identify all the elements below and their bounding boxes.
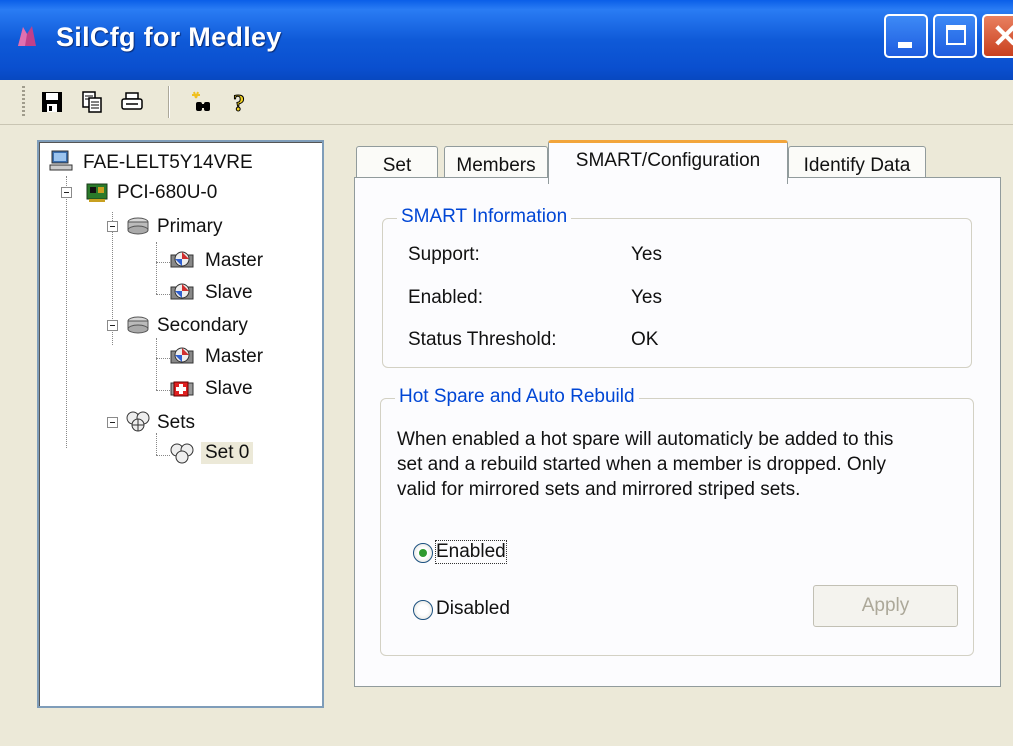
tree-connector <box>156 262 170 263</box>
tree-item-primary-master[interactable]: Master <box>205 250 263 272</box>
minimize-icon <box>898 42 912 48</box>
collapse-toggle-icon[interactable] <box>107 221 118 232</box>
tab-smart-configuration[interactable]: SMART/Configuration <box>548 140 788 184</box>
copy-icon[interactable] <box>80 90 104 114</box>
enabled-radio-label[interactable]: Enabled <box>435 540 507 564</box>
tree-item-primary[interactable]: Primary <box>157 216 222 238</box>
sets-icon <box>126 411 150 432</box>
tree-item-secondary[interactable]: Secondary <box>157 315 248 337</box>
collapse-toggle-icon[interactable] <box>107 320 118 331</box>
collapse-toggle-icon[interactable] <box>107 417 118 428</box>
minimize-button[interactable] <box>884 14 928 58</box>
maximize-button[interactable] <box>933 14 977 58</box>
description-line: When enabled a hot spare will automaticl… <box>397 429 894 450</box>
tree-item-controller[interactable]: PCI-680U-0 <box>117 182 217 204</box>
tree-item-sets[interactable]: Sets <box>157 412 195 434</box>
drive-icon <box>170 283 194 300</box>
tree-connector <box>156 358 170 359</box>
set-icon <box>170 443 194 464</box>
apply-button[interactable]: Apply <box>813 585 958 627</box>
enabled-label: Enabled: <box>408 287 484 308</box>
drive-icon <box>170 347 194 364</box>
tree-connector <box>156 338 157 390</box>
toolbar: ? <box>0 80 1013 125</box>
print-icon[interactable] <box>120 90 144 114</box>
support-label: Support: <box>408 244 480 265</box>
app-window: SilCfg for Medley ✕ ? FAE-LELT5Y14VRE PC… <box>0 0 1013 746</box>
window-title: SilCfg for Medley <box>56 22 282 52</box>
find-icon[interactable] <box>190 90 214 114</box>
disabled-radio[interactable] <box>413 600 433 620</box>
channel-icon <box>127 217 149 235</box>
help-icon[interactable]: ? <box>228 90 252 115</box>
tree-item-set0[interactable]: Set 0 <box>201 442 254 464</box>
device-tree[interactable]: FAE-LELT5Y14VRE PCI-680U-0 Primary Maste… <box>37 140 324 708</box>
tree-connector <box>156 294 170 295</box>
tab-panel: SMART Information Support: Yes Enabled: … <box>354 177 1001 687</box>
drive-icon <box>170 251 194 268</box>
threshold-label: Status Threshold: <box>408 329 557 350</box>
tree-item-secondary-master[interactable]: Master <box>205 346 263 368</box>
tree-connector <box>156 390 170 391</box>
tree-connector <box>156 455 170 456</box>
close-button[interactable]: ✕ <box>982 14 1013 58</box>
drive-error-icon <box>170 381 194 397</box>
tree-item-computer[interactable]: FAE-LELT5Y14VRE <box>83 152 253 174</box>
smart-info-title: SMART Information <box>397 206 572 228</box>
threshold-value: OK <box>631 329 659 350</box>
tree-item-secondary-slave[interactable]: Slave <box>205 378 253 400</box>
channel-icon <box>127 316 149 334</box>
toolbar-grip[interactable] <box>22 86 25 118</box>
controller-card-icon <box>86 183 108 202</box>
radio-selected-icon <box>419 549 427 557</box>
svg-text:?: ? <box>233 91 245 114</box>
maximize-icon <box>946 25 966 45</box>
hot-spare-group: Hot Spare and Auto Rebuild When enabled … <box>380 386 977 656</box>
tree-connector <box>156 433 157 455</box>
smart-info-group: SMART Information Support: Yes Enabled: … <box>382 206 972 368</box>
description-line: set and a rebuild started when a member … <box>397 454 886 475</box>
computer-icon <box>49 150 73 171</box>
hot-spare-description: When enabled a hot spare will automaticl… <box>397 427 977 502</box>
save-icon[interactable] <box>40 90 64 114</box>
description-line: valid for mirrored sets and mirrored str… <box>397 479 801 500</box>
enabled-radio[interactable] <box>413 543 433 563</box>
hot-spare-title: Hot Spare and Auto Rebuild <box>395 386 639 408</box>
collapse-toggle-icon[interactable] <box>61 187 72 198</box>
support-value: Yes <box>631 244 662 265</box>
title-bar[interactable]: SilCfg for Medley ✕ <box>0 0 1013 80</box>
tree-item-primary-slave[interactable]: Slave <box>205 282 253 304</box>
disabled-radio-label[interactable]: Disabled <box>436 598 510 620</box>
close-icon: ✕ <box>992 18 1013 54</box>
app-icon <box>18 26 36 46</box>
enabled-value: Yes <box>631 287 662 308</box>
tree-connector <box>66 176 67 448</box>
toolbar-separator <box>168 86 170 118</box>
tree-connector <box>156 242 157 294</box>
